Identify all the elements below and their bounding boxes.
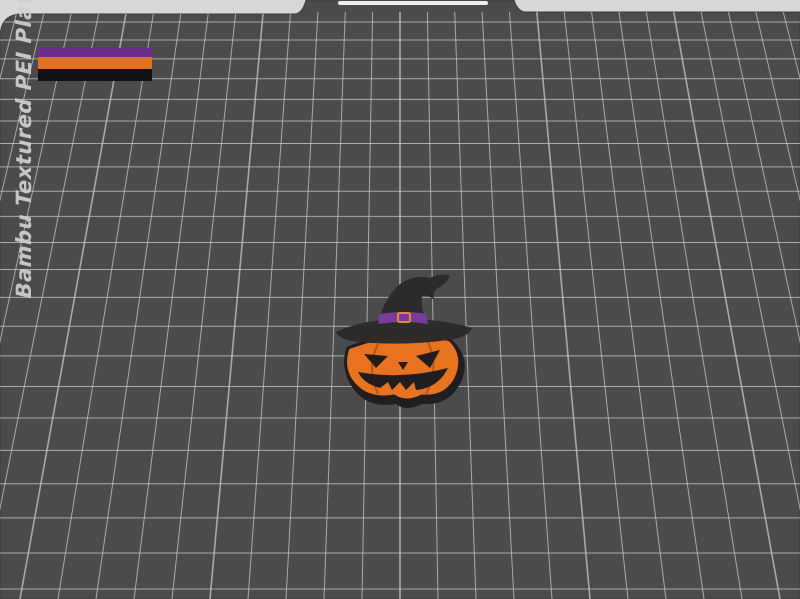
pumpkin-witch-hat-model[interactable] — [330, 268, 480, 413]
filament-swatch-purple — [38, 48, 152, 57]
filament-swatch-black — [38, 69, 152, 81]
3d-viewport[interactable]: Bambu Textured PEI Plate — [0, 0, 800, 599]
plate-label: Bambu Textured PEI Plate — [12, 0, 36, 299]
filament-swatch-orange — [38, 57, 152, 69]
filament-swatch — [38, 48, 152, 81]
plate-notch-highlight — [338, 1, 488, 5]
